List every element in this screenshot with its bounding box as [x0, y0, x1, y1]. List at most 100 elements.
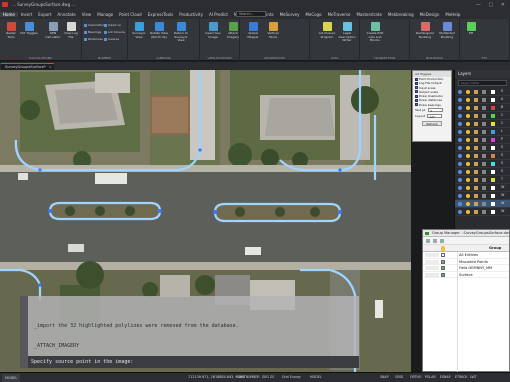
layer-plot-icon[interactable] — [482, 202, 486, 206]
ribbon-small-item[interactable]: Lot Closure — [104, 30, 125, 34]
layer-row[interactable]: S — [455, 168, 510, 176]
tab-expresstools[interactable]: ExpressTools — [145, 12, 176, 17]
field-input[interactable]: 1 — [428, 108, 444, 113]
group-visibility-checkbox[interactable] — [441, 266, 445, 270]
layer-freeze-icon[interactable] — [466, 162, 470, 166]
geo-image-button[interactable]: Insert Geo Image — [204, 22, 222, 52]
layer-color-swatch[interactable] — [491, 194, 495, 198]
layer-row[interactable]: W — [455, 184, 510, 192]
layer-row[interactable]: C — [455, 120, 510, 128]
tab-productivity[interactable]: Productivity — [176, 12, 206, 17]
layer-on-icon[interactable] — [458, 202, 462, 206]
log-button[interactable]: View Log File — [62, 22, 80, 52]
layer-freeze-icon[interactable] — [466, 98, 470, 102]
ribbon-small-item[interactable]: Calculations — [84, 23, 106, 27]
layer-on-icon[interactable] — [458, 194, 462, 198]
toggle-button[interactable]: Hot Toggles — [20, 22, 38, 52]
tab-view[interactable]: View — [79, 12, 95, 17]
layer-plot-icon[interactable] — [482, 210, 486, 214]
checkbox[interactable] — [415, 81, 418, 85]
layer-row[interactable]: S — [455, 160, 510, 168]
status-item[interactable]: GEO ZS — [262, 375, 274, 379]
checkbox[interactable] — [415, 86, 418, 90]
layer-on-icon[interactable] — [458, 130, 462, 134]
status-toggle-polar[interactable]: POLAR — [425, 375, 436, 379]
layer-on-icon[interactable] — [458, 122, 462, 126]
tab-mecogo[interactable]: MeCogo — [302, 12, 324, 17]
layer-freeze-icon[interactable] — [466, 138, 470, 142]
status-item[interactable]: POINTNUMBER — [236, 375, 260, 379]
layer-row[interactable]: B — [455, 104, 510, 112]
layer-lock-icon[interactable] — [474, 98, 478, 102]
search-input[interactable]: Search... — [236, 11, 266, 17]
lots-button[interactable]: Create Edit Lots and Blocks — [366, 22, 384, 52]
layer-on-icon[interactable] — [458, 98, 462, 102]
tab-mesurvey[interactable]: MeSurvey — [277, 12, 303, 17]
checkbox[interactable] — [415, 94, 418, 98]
tab-mekbreaking[interactable]: Mekbreaking — [385, 12, 417, 17]
layer-on-icon[interactable] — [458, 154, 462, 158]
ribbon-small-item[interactable]: Bearings — [84, 30, 101, 34]
edit-group-icon[interactable] — [433, 239, 437, 243]
layer-row[interactable]: P — [455, 136, 510, 144]
status-toggle-snap[interactable]: SNAP — [380, 375, 389, 379]
layer-on-icon[interactable] — [458, 178, 462, 182]
layer-on-icon[interactable] — [458, 170, 462, 174]
layer-freeze-icon[interactable] — [466, 186, 470, 190]
layer-color-swatch[interactable] — [491, 202, 495, 206]
layer-row[interactable]: A — [455, 96, 510, 104]
layer-lock-icon[interactable] — [474, 194, 478, 198]
layer-row[interactable]: W — [455, 200, 510, 208]
layer-on-icon[interactable] — [458, 114, 462, 118]
layer-lock-icon[interactable] — [474, 178, 478, 182]
globe-button[interactable]: Global Mapper — [244, 22, 262, 52]
layer-lock-icon[interactable] — [474, 210, 478, 214]
layer-lock-icon[interactable] — [474, 130, 478, 134]
new-group-icon[interactable] — [426, 239, 430, 243]
layer-plot-icon[interactable] — [482, 130, 486, 134]
layer-lock-icon[interactable] — [474, 162, 478, 166]
layer-freeze-icon[interactable] — [466, 170, 470, 174]
layer-color-swatch[interactable] — [491, 186, 495, 190]
ribbon-small-item[interactable]: Inverse — [104, 37, 119, 41]
layer-freeze-icon[interactable] — [466, 146, 470, 150]
status-toggle-grid[interactable]: GRID — [395, 375, 403, 379]
tab-drawing[interactable]: SurveyGroupsSurface* × — [1, 63, 54, 70]
tab-metraverse[interactable]: MeTraverse — [325, 12, 354, 17]
layer-freeze-icon[interactable] — [466, 114, 470, 118]
layer-plot-icon[interactable] — [482, 98, 486, 102]
layer-plot-icon[interactable] — [482, 178, 486, 182]
layer-on-icon[interactable] — [458, 186, 462, 190]
calculator-button[interactable]: RPN Calculator — [44, 22, 62, 52]
group-column-header[interactable]: Group — [489, 246, 501, 250]
surveyor-button[interactable]: Surveyor View — [130, 22, 148, 52]
layer-color-swatch[interactable] — [491, 130, 495, 134]
layer-on-icon[interactable] — [458, 146, 462, 150]
checkbox[interactable] — [415, 90, 418, 94]
layer-freeze-icon[interactable] — [466, 122, 470, 126]
layer-lock-icon[interactable] — [474, 186, 478, 190]
layer-plot-icon[interactable] — [482, 138, 486, 142]
command-line-grip[interactable] — [20, 296, 28, 368]
layer-plot-icon[interactable] — [482, 154, 486, 158]
layer-plot-icon[interactable] — [482, 162, 486, 166]
layer-on-icon[interactable] — [458, 162, 462, 166]
layer-plot-icon[interactable] — [482, 90, 486, 94]
layer-on-icon[interactable] — [458, 138, 462, 142]
layer-plot-icon[interactable] — [482, 194, 486, 198]
status-item[interactable]: MODEL — [310, 375, 322, 379]
layer-row[interactable]: T — [455, 176, 510, 184]
layer-lock-icon[interactable] — [474, 122, 478, 126]
layer-freeze-icon[interactable] — [466, 106, 470, 110]
layer-plot-icon[interactable] — [482, 122, 486, 126]
layer-on-icon[interactable] — [458, 106, 462, 110]
layer-plot-icon[interactable] — [482, 146, 486, 150]
tab-medesign[interactable]: MeDesign — [417, 12, 443, 17]
layer-lock-icon[interactable] — [474, 114, 478, 118]
tab-home[interactable]: Home — [0, 11, 18, 17]
model-tab[interactable]: MODEL — [2, 374, 21, 382]
layer-freeze-icon[interactable] — [466, 178, 470, 182]
checkbox[interactable] — [415, 103, 418, 107]
checkbox[interactable] — [415, 77, 418, 81]
multi-building-button[interactable]: Multisided Building — [438, 22, 456, 52]
